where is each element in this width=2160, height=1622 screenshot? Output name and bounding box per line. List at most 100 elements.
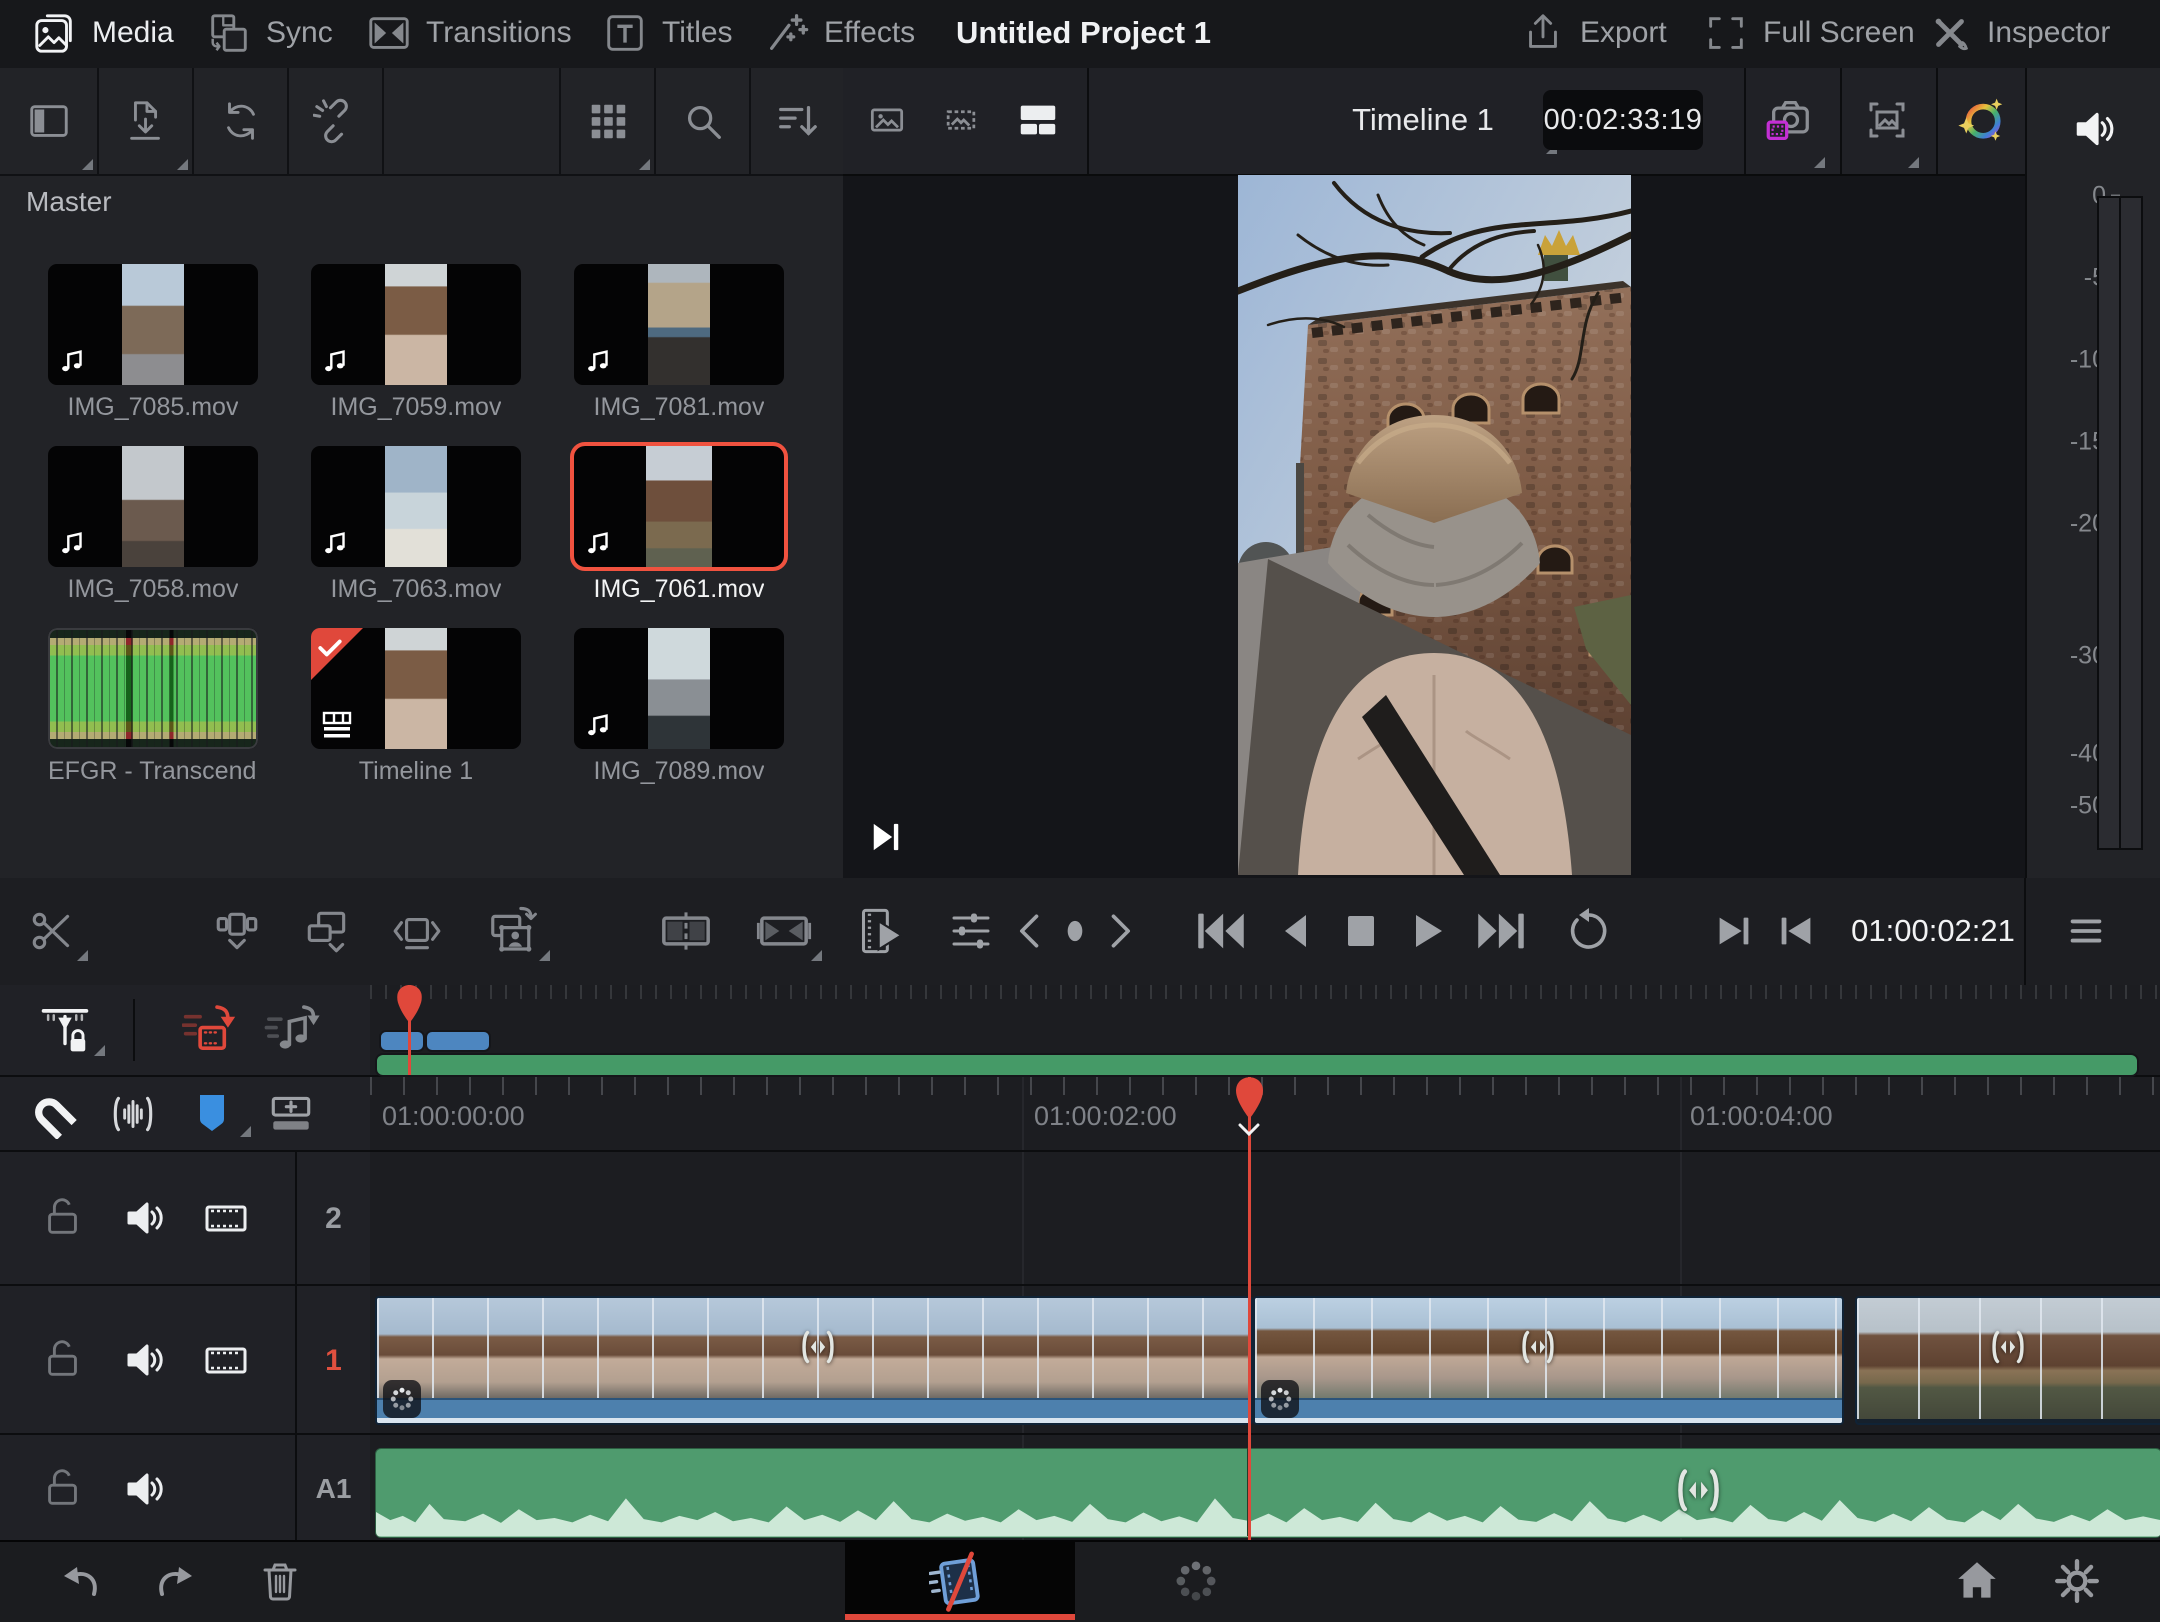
playhead[interactable] <box>1248 1077 1251 1540</box>
color-page-tab[interactable] <box>1170 1542 1222 1620</box>
go-to-end-button[interactable] <box>1475 878 1527 983</box>
overview-playhead-pin[interactable] <box>397 985 422 1023</box>
transform-button[interactable] <box>1863 68 1911 172</box>
sort-button[interactable] <box>749 68 843 174</box>
media-clip-selected[interactable]: IMG_7061.mov <box>574 446 784 604</box>
timeline-clip-video-3[interactable] <box>1855 1296 2160 1425</box>
viewer-mode-timeline-button[interactable] <box>1015 68 1061 172</box>
play-button[interactable] <box>1403 878 1451 983</box>
mark-out-button[interactable] <box>1097 878 1141 983</box>
viewer-mode-source-button[interactable] <box>865 68 909 172</box>
video-enable-icon[interactable] <box>202 1336 250 1384</box>
split-clip-button[interactable] <box>658 878 714 983</box>
playhead-timecode[interactable]: 01:00:02:21 <box>1853 878 2013 983</box>
clip-view-button[interactable] <box>857 878 909 983</box>
inspector-button[interactable]: Inspector <box>1927 0 2110 66</box>
cut-page-tab[interactable] <box>845 1542 1075 1620</box>
timeline-overview[interactable] <box>370 985 2160 1077</box>
media-clip-audio[interactable]: EFGR - Transcend... <box>48 628 258 786</box>
marker-button[interactable] <box>188 1089 247 1137</box>
timeline-selector[interactable]: Timeline 1 <box>1303 68 1543 172</box>
delete-button[interactable] <box>256 1542 304 1620</box>
clip-name: IMG_7085.mov <box>68 393 239 422</box>
add-transition-button[interactable] <box>756 878 812 983</box>
playhead-lock-button[interactable] <box>38 1003 103 1057</box>
insert-clip-button[interactable] <box>212 878 262 983</box>
monitor-audio-button[interactable] <box>2071 104 2121 154</box>
import-media-button[interactable] <box>99 68 194 174</box>
replace-clip-button[interactable] <box>392 878 442 983</box>
home-button[interactable] <box>1952 1542 2002 1620</box>
color-grade-button[interactable] <box>1955 68 2009 172</box>
viewer-timecode[interactable]: 00:02:33:19 <box>1543 90 1703 150</box>
camera-multicam-button[interactable] <box>1765 68 1817 172</box>
timeline-clip-video-2[interactable] <box>1253 1296 1844 1425</box>
sidebar-toggle-button[interactable] <box>0 68 99 174</box>
fullscreen-button[interactable]: Full Screen <box>1703 0 1915 66</box>
search-button[interactable] <box>654 68 749 174</box>
timeline-clip-video-1[interactable] <box>375 1296 1253 1425</box>
track-lane-v2[interactable] <box>370 1150 2160 1286</box>
match-frame-button[interactable] <box>865 816 907 858</box>
speed-change-icon[interactable] <box>1261 1380 1299 1418</box>
mark-in-button[interactable] <box>1009 878 1053 983</box>
lock-icon[interactable] <box>40 1194 86 1240</box>
step-back-button[interactable] <box>1273 878 1321 983</box>
lock-icon[interactable] <box>40 1336 86 1382</box>
media-clip[interactable]: IMG_7081.mov <box>574 264 784 422</box>
smart-insert-video-button[interactable] <box>182 1001 240 1059</box>
cut-tool-button[interactable] <box>28 878 78 983</box>
timeline-clip-audio[interactable] <box>375 1448 2160 1538</box>
mute-icon[interactable] <box>122 1194 170 1242</box>
video-preview[interactable] <box>1238 175 1631 875</box>
play-from-in-button[interactable] <box>1773 878 1819 983</box>
mute-icon[interactable] <box>122 1336 170 1384</box>
record-button[interactable] <box>1053 878 1097 983</box>
tab-titles[interactable]: Titles <box>602 0 733 66</box>
tab-transitions[interactable]: Transitions <box>366 0 572 66</box>
place-on-top-button[interactable] <box>486 878 540 983</box>
viewer-mode-sourcetape-button[interactable] <box>939 68 983 172</box>
timeline-view-icon <box>1015 97 1061 143</box>
resync-button[interactable] <box>194 68 289 174</box>
grid-view-button[interactable] <box>559 68 654 174</box>
play-to-out-button[interactable] <box>1711 878 1757 983</box>
bin-label[interactable]: Master <box>26 186 112 218</box>
track-number-active[interactable]: 1 <box>295 1286 370 1435</box>
redo-button[interactable] <box>152 1542 200 1620</box>
clip-name: IMG_7063.mov <box>331 575 502 604</box>
playhead-pin[interactable] <box>1236 1077 1263 1119</box>
media-clip[interactable]: IMG_7063.mov <box>311 446 521 604</box>
timeline-options-button[interactable] <box>2063 878 2109 983</box>
add-track-button[interactable] <box>266 1089 316 1139</box>
loop-button[interactable] <box>1565 878 1613 983</box>
tab-media[interactable]: Media <box>32 0 174 66</box>
media-clip[interactable]: IMG_7059.mov <box>311 264 521 422</box>
track-number[interactable]: 2 <box>295 1152 370 1286</box>
active-page-underline <box>845 1614 1075 1620</box>
relink-button[interactable] <box>289 68 384 174</box>
speed-change-icon[interactable] <box>383 1380 421 1418</box>
timeline-ruler[interactable]: 01:00:00:00 01:00:02:00 01:00:04:00 <box>370 1077 2160 1150</box>
lock-icon[interactable] <box>40 1465 86 1511</box>
media-clip-timeline[interactable]: Timeline 1 <box>311 628 521 786</box>
track-number[interactable]: A1 <box>295 1435 370 1542</box>
media-clip[interactable]: IMG_7089.mov <box>574 628 784 786</box>
media-clip[interactable]: IMG_7085.mov <box>48 264 258 422</box>
tools-mixer-button[interactable] <box>947 878 995 983</box>
stop-button[interactable] <box>1337 878 1385 983</box>
go-to-start-button[interactable] <box>1195 878 1247 983</box>
undo-button[interactable] <box>56 1542 104 1620</box>
audio-waveform-button[interactable] <box>108 1089 158 1139</box>
cut-page-icon <box>929 1550 991 1612</box>
tab-effects[interactable]: Effects <box>764 0 915 66</box>
export-button[interactable]: Export <box>1520 0 1667 66</box>
tab-sync[interactable]: Sync <box>206 0 333 66</box>
snapping-button[interactable] <box>30 1089 80 1139</box>
smart-insert-audio-button[interactable] <box>264 1001 322 1059</box>
settings-button[interactable] <box>2052 1542 2102 1620</box>
video-enable-icon[interactable] <box>202 1194 250 1242</box>
overwrite-clip-button[interactable] <box>302 878 352 983</box>
mute-icon[interactable] <box>122 1465 170 1513</box>
media-clip[interactable]: IMG_7058.mov <box>48 446 258 604</box>
